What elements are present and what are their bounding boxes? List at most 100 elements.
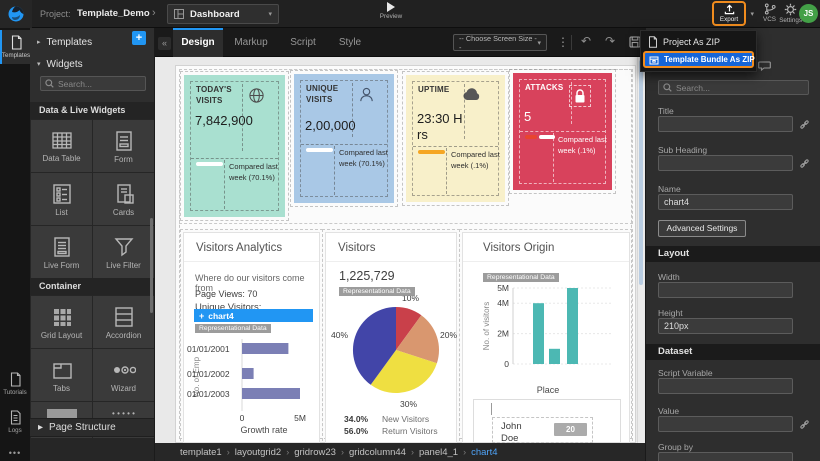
avatar[interactable]: JS	[799, 4, 818, 23]
data-table-widget[interactable]: John Doe 20	[473, 399, 621, 443]
left-rail: Templates Tutorials Logs •••	[0, 28, 30, 461]
widget-tile-data-table[interactable]: Data Table	[31, 120, 92, 172]
group-by-field[interactable]	[658, 452, 793, 461]
panel-visitors[interactable]: Visitors 1,225,729 Representational Data…	[325, 232, 457, 443]
sidebar-item-logs[interactable]: Logs	[0, 410, 30, 434]
widget-tile-label: Data Table	[42, 154, 80, 163]
stat-card[interactable]: UPTIME 23:30 Hrs Compared last week (.1%…	[406, 75, 505, 202]
collapse-panel-button[interactable]: «	[158, 37, 171, 50]
layout-section-header[interactable]: Layout	[646, 246, 820, 262]
hbar-bar[interactable]	[242, 343, 288, 354]
redo-icon[interactable]: ↷	[605, 34, 615, 48]
vbar-bar[interactable]	[533, 303, 544, 364]
rail-label: Logs	[8, 427, 21, 434]
hbar-bar[interactable]	[242, 388, 300, 399]
more-options-button[interactable]: •••	[0, 448, 30, 458]
vcs-button[interactable]: VCS	[763, 3, 776, 23]
widget-tile-wizard[interactable]: Wizard	[93, 349, 154, 401]
tab-markup[interactable]: Markup	[225, 28, 277, 57]
cloud-icon	[462, 87, 482, 101]
export-menu-item[interactable]: Template Bundle As ZIP	[643, 51, 754, 68]
pie-chart[interactable]	[351, 305, 441, 395]
widget-tile-grid-layout[interactable]: Grid Layout	[31, 296, 92, 348]
breadcrumb-item[interactable]: layoutgrid2	[235, 447, 281, 458]
live-filter-icon	[112, 235, 136, 259]
bind-link-icon[interactable]	[799, 158, 810, 169]
properties-search-input[interactable]	[676, 83, 796, 93]
title-field[interactable]	[658, 116, 793, 132]
panel-divider	[326, 261, 456, 262]
breadcrumb-item[interactable]: gridcolumn44	[349, 447, 406, 458]
advanced-settings-button[interactable]: Advanced Settings	[658, 220, 746, 237]
kebab-menu-icon[interactable]: ⋮	[557, 35, 569, 49]
stat-card[interactable]: ATTACKS 5 Compared last week (.1%)	[513, 73, 612, 190]
sidebar-item-templates[interactable]: Templates	[0, 30, 30, 64]
tab-style[interactable]: Style	[329, 28, 371, 57]
vbar-chart[interactable]: No. of visitors5M4M2M0	[479, 279, 619, 375]
bind-link-icon[interactable]	[799, 119, 810, 130]
chevron-down-icon: ▾	[537, 39, 541, 47]
screen-size-value: -- Choose Screen Size --	[459, 34, 537, 52]
panel-visitors-analytics[interactable]: Visitors Analytics Where do our visitors…	[183, 232, 320, 443]
dataset-section-header[interactable]: Dataset	[646, 344, 820, 360]
widget-tile-list[interactable]: List	[31, 173, 92, 225]
canvas-scrollbar-thumb[interactable]	[639, 60, 643, 285]
breadcrumb-item[interactable]: gridrow23	[294, 447, 336, 458]
widgets-section-toggle[interactable]: ▾ Widgets	[30, 55, 155, 73]
stat-card[interactable]: TODAY'S VISITS 7,842,900 Compared last w…	[184, 75, 285, 217]
export-button[interactable]: Export	[712, 1, 746, 26]
preview-button[interactable]: Preview	[374, 2, 408, 20]
panel-visitors-origin[interactable]: Visitors Origin Representational Data No…	[462, 232, 630, 443]
app-logo[interactable]	[0, 0, 32, 28]
stat-card[interactable]: UNIQUE VISITS 2,00,000 Compared last wee…	[294, 74, 394, 203]
widget-search-input[interactable]	[58, 79, 138, 89]
width-label: Width	[658, 272, 680, 282]
bind-link-icon[interactable]	[799, 419, 810, 430]
widget-tile-form[interactable]: Form	[93, 120, 154, 172]
selected-widget-header[interactable]: + chart4	[194, 309, 313, 322]
widget-tile-accordion[interactable]: Accordion	[93, 296, 154, 348]
widget-tile-live-filter[interactable]: Live Filter	[93, 226, 154, 278]
vcs-branch-icon	[764, 3, 776, 15]
value-field[interactable]	[658, 416, 793, 432]
export-menu-item[interactable]: Project As ZIP	[641, 33, 756, 50]
subheading-field[interactable]	[658, 155, 793, 171]
widget-tile-cards[interactable]: Cards	[93, 173, 154, 225]
width-field[interactable]	[658, 282, 793, 298]
hbar-chart[interactable]: No. of Emp01/01/200101/01/200201/01/2003…	[185, 337, 320, 425]
name-field[interactable]	[658, 194, 793, 210]
tab-design[interactable]: Design	[173, 28, 223, 57]
table-cell-name: John Doe	[501, 421, 533, 443]
left-panel-scrollbar[interactable]	[150, 218, 153, 313]
selected-widget-name: chart4	[208, 311, 234, 321]
undo-icon[interactable]: ↶	[581, 34, 591, 48]
hbar-xlabel: Growth rate	[214, 425, 314, 435]
chat-icon[interactable]	[758, 60, 771, 72]
breadcrumb-item[interactable]: panel4_1	[419, 447, 458, 458]
hbar-bar[interactable]	[242, 368, 254, 379]
vbar-bar[interactable]	[549, 349, 560, 364]
sidebar-item-tutorials[interactable]: Tutorials	[0, 372, 30, 396]
height-field[interactable]	[658, 318, 793, 334]
breadcrumb-item[interactable]: template1	[180, 447, 222, 458]
script-variable-field[interactable]	[658, 378, 793, 394]
vbar-bar[interactable]	[567, 288, 578, 364]
design-canvas[interactable]: TODAY'S VISITS 7,842,900 Compared last w…	[155, 57, 645, 443]
page-selector-dropdown[interactable]: Dashboard ▾	[167, 4, 279, 24]
tab-script[interactable]: Script	[281, 28, 325, 57]
rail-label: Templates	[2, 52, 30, 59]
move-icon: +	[199, 311, 204, 321]
widget-column-guide	[242, 84, 243, 151]
add-template-button[interactable]: +	[132, 31, 146, 45]
page-structure-toggle[interactable]: ▸ Page Structure	[30, 418, 155, 437]
breadcrumb-item[interactable]: chart4	[471, 447, 497, 458]
widget-tile-live-form[interactable]: Live Form	[31, 226, 92, 278]
cards-icon	[112, 182, 136, 206]
user-icon	[358, 86, 375, 103]
screen-size-select[interactable]: -- Choose Screen Size -- ▾	[453, 34, 547, 51]
widget-search	[40, 76, 146, 91]
gear-icon	[784, 3, 797, 16]
lock-icon	[569, 85, 591, 107]
widget-tile-tabs[interactable]: Tabs	[31, 349, 92, 401]
logs-icon	[9, 410, 22, 425]
